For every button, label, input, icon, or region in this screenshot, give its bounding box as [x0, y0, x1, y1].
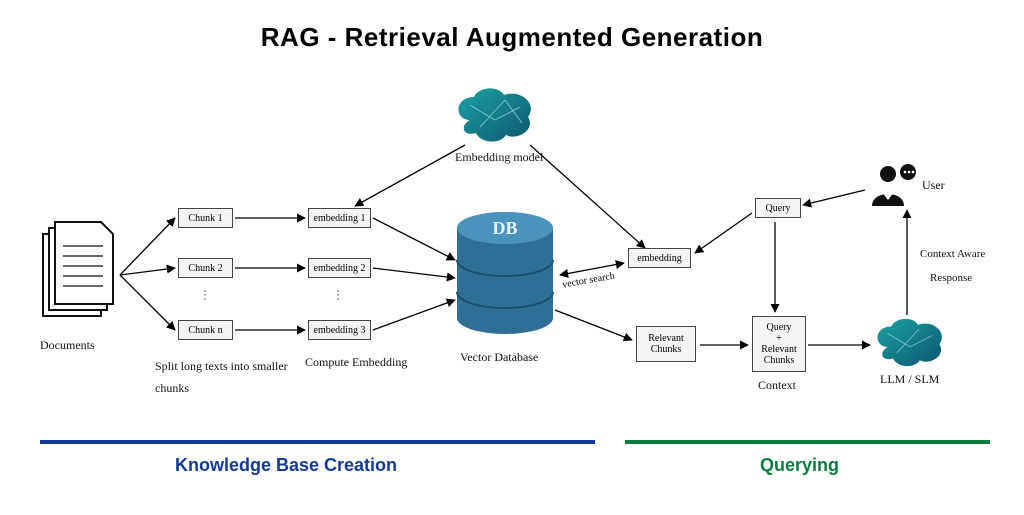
section-label-query: Querying — [760, 455, 839, 476]
box-embedding-3: embedding 3 — [308, 320, 371, 340]
box-chunk-1: Chunk 1 — [178, 208, 233, 228]
box-chunk-2: Chunk 2 — [178, 258, 233, 278]
user-label: User — [922, 178, 945, 193]
box-query: Query — [755, 198, 801, 218]
user-icon — [868, 160, 918, 210]
box-chunk-n: Chunk n — [178, 320, 233, 340]
box-right-embedding: embedding — [628, 248, 691, 268]
context-aware-line1: Context Aware — [920, 248, 985, 260]
vdots-embeddings: ··· — [336, 288, 340, 300]
brain-icon-embedding-model — [450, 85, 540, 145]
svg-text:DB: DB — [492, 218, 517, 238]
database-icon: DB — [450, 210, 560, 340]
documents-icon — [35, 220, 120, 330]
brain-icon-llm — [870, 315, 950, 370]
vector-database-label: Vector Database — [460, 350, 538, 365]
label-vector-search: vector search — [561, 270, 615, 290]
box-embedding-1: embedding 1 — [308, 208, 371, 228]
box-context: Query + Relevant Chunks — [752, 316, 806, 372]
section-label-kb: Knowledge Base Creation — [175, 455, 397, 476]
section-line-query — [625, 440, 990, 444]
embedding-model-label: Embedding model — [455, 150, 543, 165]
note-compute: Compute Embedding — [305, 355, 407, 370]
context-aware-line2: Response — [930, 272, 972, 284]
vdots-chunks: ··· — [203, 288, 207, 300]
page-title: RAG - Retrieval Augmented Generation — [0, 22, 1024, 53]
llm-label: LLM / SLM — [880, 372, 939, 387]
note-split: Split long texts into smaller chunks — [155, 355, 295, 399]
context-label: Context — [758, 378, 796, 393]
box-embedding-2: embedding 2 — [308, 258, 371, 278]
section-line-kb — [40, 440, 595, 444]
box-relevant-chunks: Relevant Chunks — [636, 326, 696, 362]
documents-label: Documents — [40, 338, 95, 353]
